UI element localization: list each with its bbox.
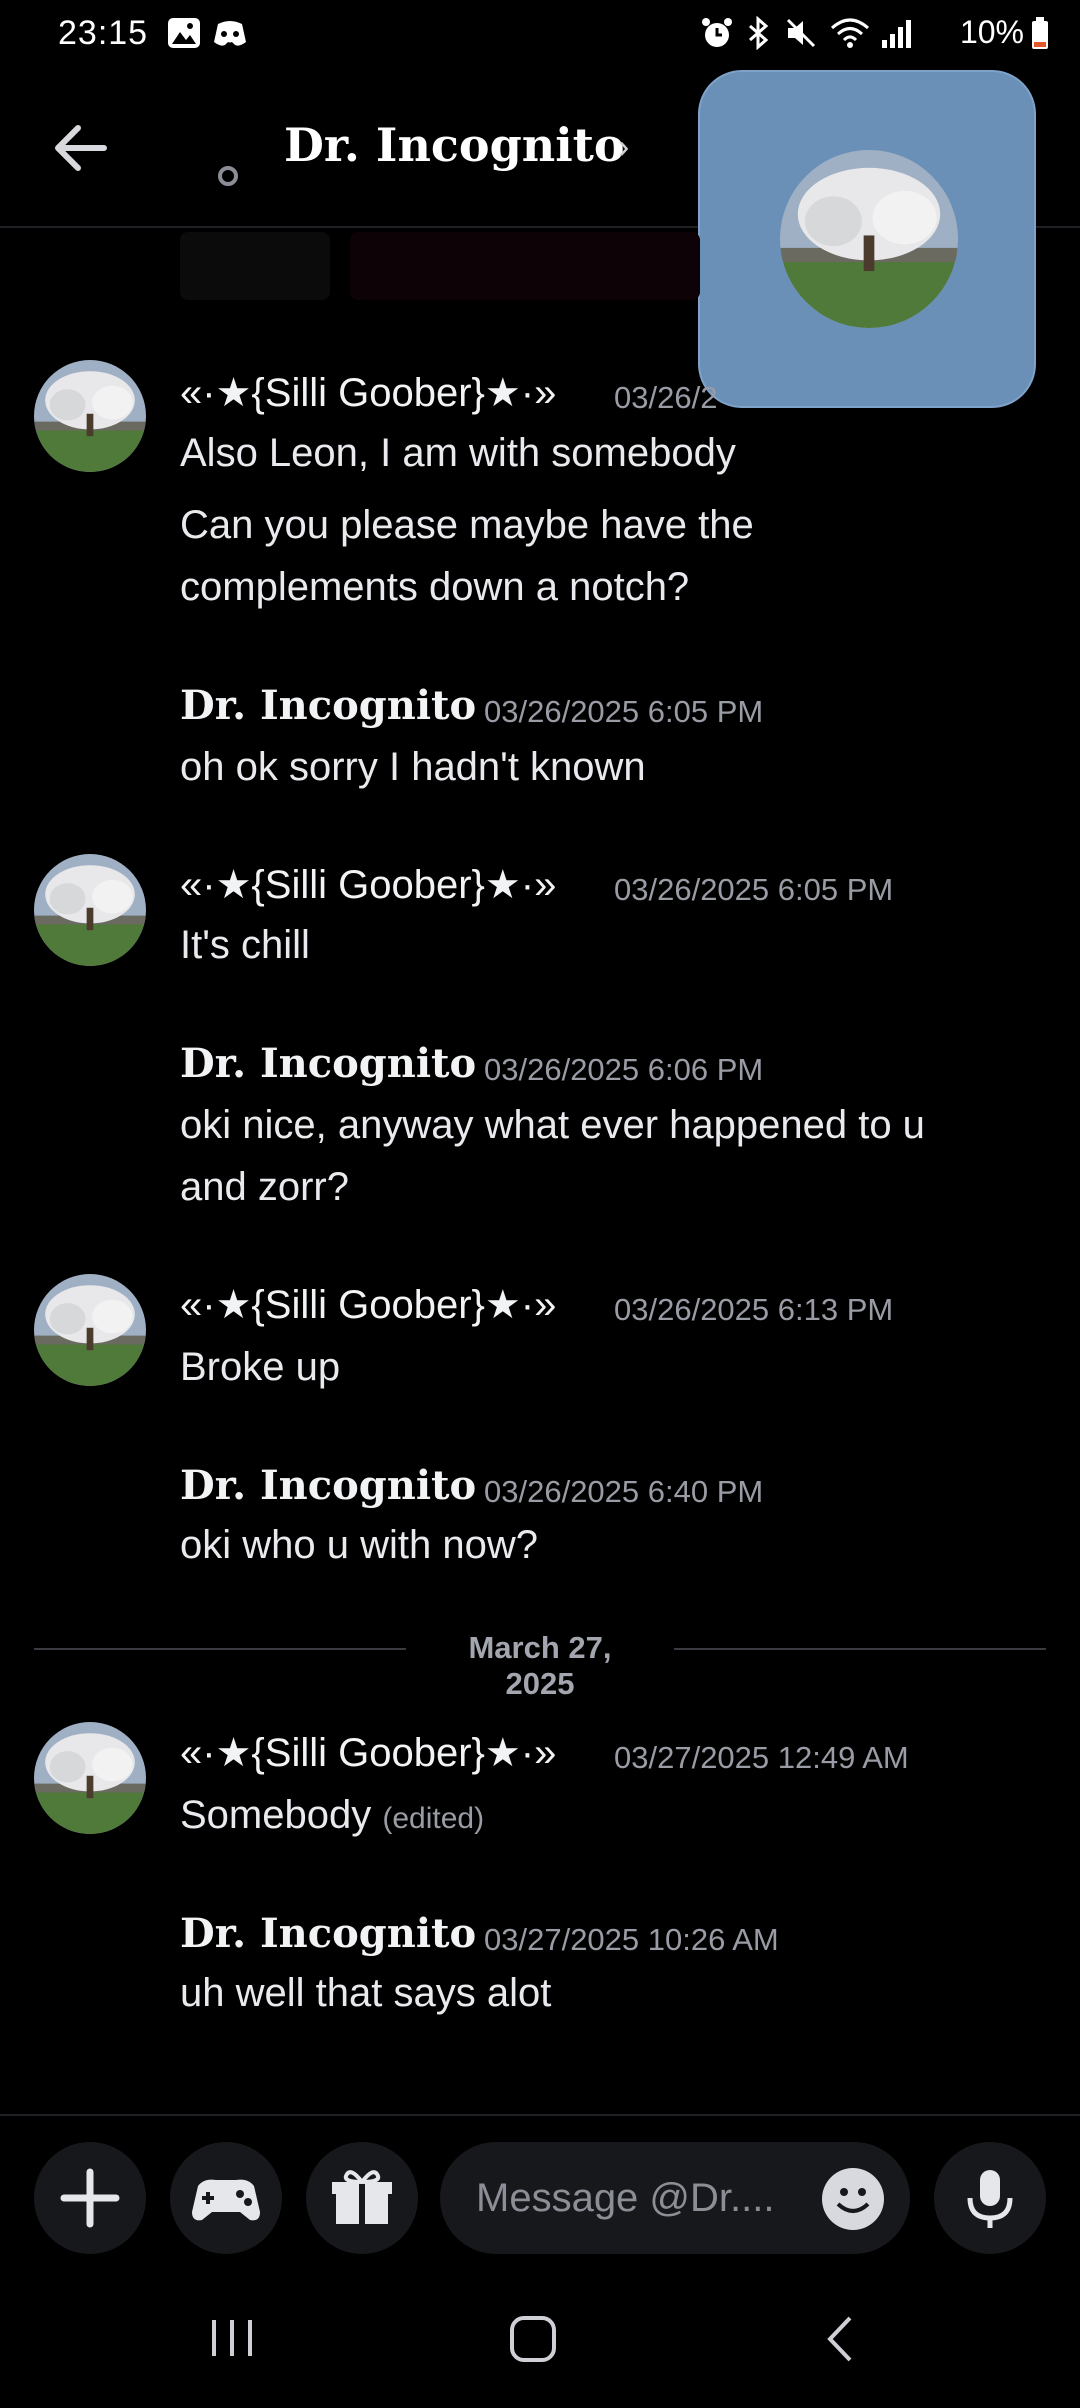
message-input[interactable]: Message @Dr....: [440, 2142, 910, 2254]
message-text[interactable]: It's chill: [180, 914, 310, 976]
status-indicator-icon: [218, 166, 238, 186]
home-icon[interactable]: [508, 2314, 558, 2364]
avatar[interactable]: [34, 360, 146, 472]
scrolled-content-fragment: [180, 232, 330, 300]
message-timestamp: 03/26/2025 6:05 PM: [614, 872, 894, 907]
edited-label: (edited): [382, 1802, 485, 1835]
message-timestamp: 03/26/2025 6:13 PM: [614, 1292, 894, 1327]
scrolled-content-fragment: [350, 232, 700, 300]
composer-bar: Message @Dr....: [0, 2114, 1080, 2266]
message-author[interactable]: Dr. Incognito: [180, 1040, 476, 1087]
message-author[interactable]: «·★{Silli Goober}★·»: [180, 862, 556, 908]
avatar[interactable]: [34, 1274, 146, 1386]
gift-icon: [332, 2170, 392, 2224]
message-author[interactable]: «·★{Silli Goober}★·»: [180, 1730, 556, 1776]
message-author[interactable]: Dr. Incognito: [180, 682, 476, 729]
message-timestamp: 03/26/2: [614, 380, 718, 415]
message-author[interactable]: «·★{Silli Goober}★·»: [180, 370, 556, 416]
status-bar: 23:15 10%: [0, 0, 1080, 66]
emoji-icon: [836, 2188, 870, 2213]
divider-line: [34, 1648, 406, 1650]
message-timestamp: 03/26/2025 6:40 PM: [484, 1474, 764, 1509]
message-text[interactable]: and zorr?: [180, 1156, 349, 1218]
message-author[interactable]: Dr. Incognito: [180, 1462, 476, 1509]
message-timestamp: 03/26/2025 6:05 PM: [484, 694, 764, 729]
message-timestamp: 03/27/2025 12:49 AM: [614, 1740, 909, 1775]
message-text[interactable]: Also Leon, I am with somebody: [180, 422, 736, 484]
divider-line: [674, 1648, 1046, 1650]
activities-button[interactable]: [170, 2142, 282, 2254]
message-text[interactable]: Can you please maybe have the: [180, 494, 754, 556]
message-text[interactable]: uh well that says alot: [180, 1962, 551, 2024]
message-text: Somebody: [180, 1793, 372, 1837]
microphone-icon: [967, 2170, 1013, 2228]
gift-button[interactable]: [306, 2142, 418, 2254]
message-author[interactable]: Dr. Incognito: [180, 1910, 476, 1957]
back-nav-icon[interactable]: [820, 2314, 860, 2364]
pip-avatar: [780, 150, 958, 328]
message-text[interactable]: oki who u with now?: [180, 1514, 538, 1576]
message-text[interactable]: Broke up: [180, 1336, 340, 1398]
wifi-icon: [831, 18, 869, 48]
avatar[interactable]: [34, 1722, 146, 1834]
status-time: 23:15: [58, 14, 149, 52]
battery-percent: 10%: [959, 14, 1024, 50]
signal-icon: [882, 20, 911, 48]
mute-icon: [786, 18, 816, 48]
discord-icon: [214, 21, 246, 46]
message-author[interactable]: «·★{Silli Goober}★·»: [180, 1282, 556, 1328]
message-placeholder: Message @Dr....: [476, 2176, 775, 2220]
chat-title[interactable]: Dr. Incognito: [284, 118, 625, 172]
picture-in-picture-overlay[interactable]: [698, 70, 1036, 408]
recent-apps-icon[interactable]: [204, 2316, 260, 2360]
battery-icon: [1032, 17, 1048, 49]
emoji-button[interactable]: [822, 2168, 884, 2230]
gamepad-icon: [192, 2179, 260, 2221]
add-attachment-button[interactable]: [34, 2142, 146, 2254]
message-timestamp: 03/27/2025 10:26 AM: [484, 1922, 779, 1957]
voice-message-button[interactable]: [934, 2142, 1046, 2254]
message-text[interactable]: oki nice, anyway what ever happened to u: [180, 1094, 925, 1156]
message-text[interactable]: complements down a notch?: [180, 556, 689, 618]
back-arrow-icon[interactable]: [48, 116, 112, 180]
system-nav-bar: [0, 2264, 1080, 2408]
message-timestamp: 03/26/2025 6:06 PM: [484, 1052, 764, 1087]
date-divider: March 27, 2025: [468, 1630, 612, 1701]
message-text[interactable]: oh ok sorry I hadn't known: [180, 736, 646, 798]
alarm-icon: [702, 18, 732, 47]
message-text[interactable]: Somebody (edited): [180, 1784, 484, 1850]
avatar[interactable]: [34, 854, 146, 966]
image-icon: [168, 18, 200, 48]
bluetooth-icon: [749, 16, 769, 50]
plus-icon: [60, 2168, 120, 2228]
chevron-right-icon[interactable]: ›: [618, 128, 629, 167]
